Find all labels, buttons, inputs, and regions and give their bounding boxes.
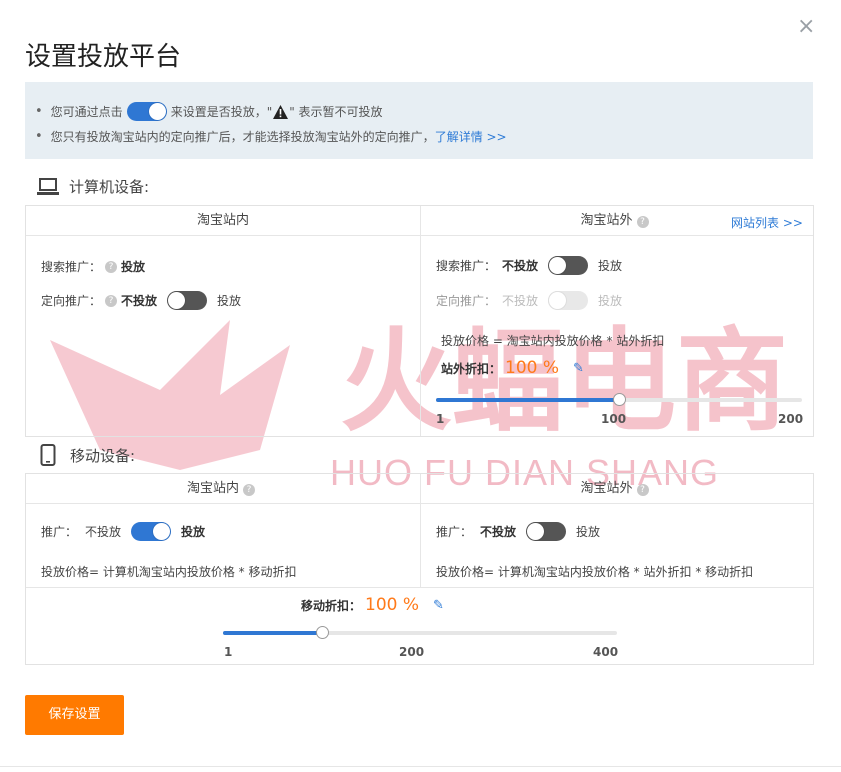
mobile-outer-promo-on: 投放 [576, 525, 601, 539]
mobile-outer-promo-off: 不投放 [480, 525, 517, 539]
mobile-outer-promo-toggle[interactable] [526, 522, 567, 541]
pc-outer-target-toggle [548, 291, 589, 310]
mobile-outer-formula-text: 投放价格= 计算机淘宝站内投放价格 * 站外折扣 * 移动折扣 [436, 565, 754, 579]
notice-line2-text: 您只有投放淘宝站内的定向推广后，才能选择投放淘宝站外的定向推广， [50, 130, 435, 144]
mobile-section-heading: 移动设备: [40, 444, 135, 466]
pc-discount-slider-fill [436, 398, 619, 402]
pc-slider-mid: 100 [601, 412, 627, 426]
mobile-inner-promo-label: 推广： [41, 525, 78, 539]
pc-heading-text: 计算机设备: [69, 178, 150, 196]
pc-outer-search-toggle[interactable] [548, 256, 589, 275]
pc-outer-head-text: 淘宝站外 [580, 213, 633, 228]
phone-icon [40, 444, 56, 466]
pc-outer-target-on: 投放 [598, 294, 623, 308]
pc-inner-target-off: 不投放 [121, 294, 158, 308]
mobile-discount-slider-handle[interactable] [316, 626, 329, 639]
mobile-inner-promo-toggle[interactable] [131, 522, 172, 541]
warning-icon [273, 104, 289, 119]
pc-panel: 淘宝站内 淘宝站外? 网站列表 >> 搜索推广： ? 投放 定向推广： ? 不投… [25, 205, 814, 437]
mobile-outer-formula: 投放价格= 计算机淘宝站内投放价格 * 站外折扣 * 移动折扣 [436, 563, 753, 580]
pc-inner-search-value: 投放 [121, 260, 146, 274]
dialog-title: 设置投放平台 [25, 42, 182, 72]
mobile-outer-promo-label: 推广： [436, 525, 473, 539]
help-icon[interactable]: ? [636, 484, 649, 496]
help-icon[interactable]: ? [636, 216, 649, 228]
mobile-divider [420, 474, 421, 588]
pc-section-heading: 计算机设备: [37, 176, 149, 197]
bullet-icon: • [35, 129, 43, 144]
mobile-row-divider [26, 587, 813, 588]
mobile-slider-min: 1 [224, 645, 233, 659]
mobile-inner-promo-off: 不投放 [85, 525, 122, 539]
help-icon[interactable]: ? [105, 260, 118, 273]
pc-inner-search-row: 搜索推广： ? 投放 [41, 258, 145, 275]
pc-divider [420, 206, 421, 436]
pc-inner-target-row: 定向推广： ? 不投放 投放 [41, 291, 241, 310]
mobile-slider-max: 400 [593, 645, 619, 659]
pc-slider-max: 200 [778, 412, 804, 426]
mobile-outer-head-text: 淘宝站外 [580, 481, 633, 496]
pc-inner-search-label: 搜索推广： [41, 260, 102, 274]
mobile-discount-row: 移动折扣： 100 % ✎ [301, 595, 444, 615]
notice-line1-prefix: 您可通过点击 [50, 105, 123, 119]
pc-inner-head: 淘宝站内 [26, 206, 420, 236]
pc-discount-slider-handle[interactable] [613, 393, 626, 406]
pc-inner-target-on: 投放 [217, 294, 242, 308]
toggle-icon [126, 102, 167, 121]
bullet-icon: • [35, 104, 43, 119]
site-list-link[interactable]: 网站列表 >> [731, 214, 803, 231]
pc-outer-target-off: 不投放 [502, 294, 539, 308]
pencil-icon[interactable]: ✎ [433, 598, 444, 613]
mobile-outer-head: 淘宝站外? [420, 474, 813, 504]
mobile-discount-label: 移动折扣： [301, 598, 362, 613]
mobile-discount-slider-fill [223, 631, 322, 635]
notice-line1-suffix: " 表示暂不可投放 [289, 105, 383, 119]
mobile-inner-promo-on: 投放 [181, 525, 206, 539]
pc-slider-min: 1 [436, 412, 445, 426]
pc-price-formula: 投放价格 = 淘宝站内投放价格 * 站外折扣 [441, 332, 664, 349]
help-icon[interactable]: ? [105, 294, 118, 307]
help-icon[interactable]: ? [243, 484, 255, 496]
mobile-slider-mid: 200 [399, 645, 425, 659]
notice-line-1: • 您可通过点击 来设置是否投放，" " 表示暂不可投放 [35, 102, 383, 121]
pc-outer-target-label: 定向推广： [436, 294, 497, 308]
mobile-inner-head-text: 淘宝站内 [186, 481, 239, 496]
mobile-heading-text: 移动设备: [70, 446, 136, 465]
mobile-panel: 淘宝站内? 淘宝站外? 推广： 不投放 投放 投放价格= 计算机淘宝站内投放价格… [25, 473, 814, 665]
mobile-inner-promo-row: 推广： 不投放 投放 [41, 522, 205, 541]
save-settings-button[interactable]: 保存设置 [25, 695, 124, 735]
laptop-icon [37, 177, 59, 195]
notice-line1-mid: 来设置是否投放，" [170, 105, 273, 119]
pc-discount-label: 站外折扣： [441, 361, 502, 376]
pencil-icon[interactable]: ✎ [573, 361, 584, 376]
pc-outer-search-off: 不投放 [502, 259, 539, 273]
mobile-outer-promo-row: 推广： 不投放 投放 [436, 522, 600, 541]
mobile-discount-value: 100 % [365, 595, 420, 615]
pc-inner-target-toggle[interactable] [167, 291, 208, 310]
mobile-inner-formula: 投放价格= 计算机淘宝站内投放价格 * 移动折扣 [41, 563, 297, 580]
footer-divider [0, 766, 841, 767]
pc-outer-search-label: 搜索推广： [436, 259, 497, 273]
pc-discount-row: 站外折扣： 100 % ✎ [441, 358, 584, 378]
learn-more-link[interactable]: 了解详情 >> [435, 128, 507, 145]
pc-discount-value: 100 % [505, 358, 560, 378]
notice-box: • 您可通过点击 来设置是否投放，" " 表示暂不可投放 • 您只有投放淘宝站内… [25, 82, 813, 159]
pc-outer-search-row: 搜索推广： 不投放 投放 [436, 256, 622, 275]
pc-outer-search-on: 投放 [598, 259, 623, 273]
pc-price-formula-text: 投放价格 = 淘宝站内投放价格 * 站外折扣 [441, 334, 665, 348]
pc-inner-target-label: 定向推广： [41, 294, 102, 308]
pc-outer-target-row: 定向推广： 不投放 投放 [436, 291, 622, 310]
site-list-link-text[interactable]: 网站列表 >> [731, 214, 803, 231]
mobile-inner-head: 淘宝站内? [26, 474, 420, 504]
mobile-inner-formula-text: 投放价格= 计算机淘宝站内投放价格 * 移动折扣 [41, 565, 297, 579]
close-icon[interactable]: × [797, 16, 815, 38]
notice-line-2: • 您只有投放淘宝站内的定向推广后，才能选择投放淘宝站外的定向推广， 了解详情 … [35, 128, 507, 145]
